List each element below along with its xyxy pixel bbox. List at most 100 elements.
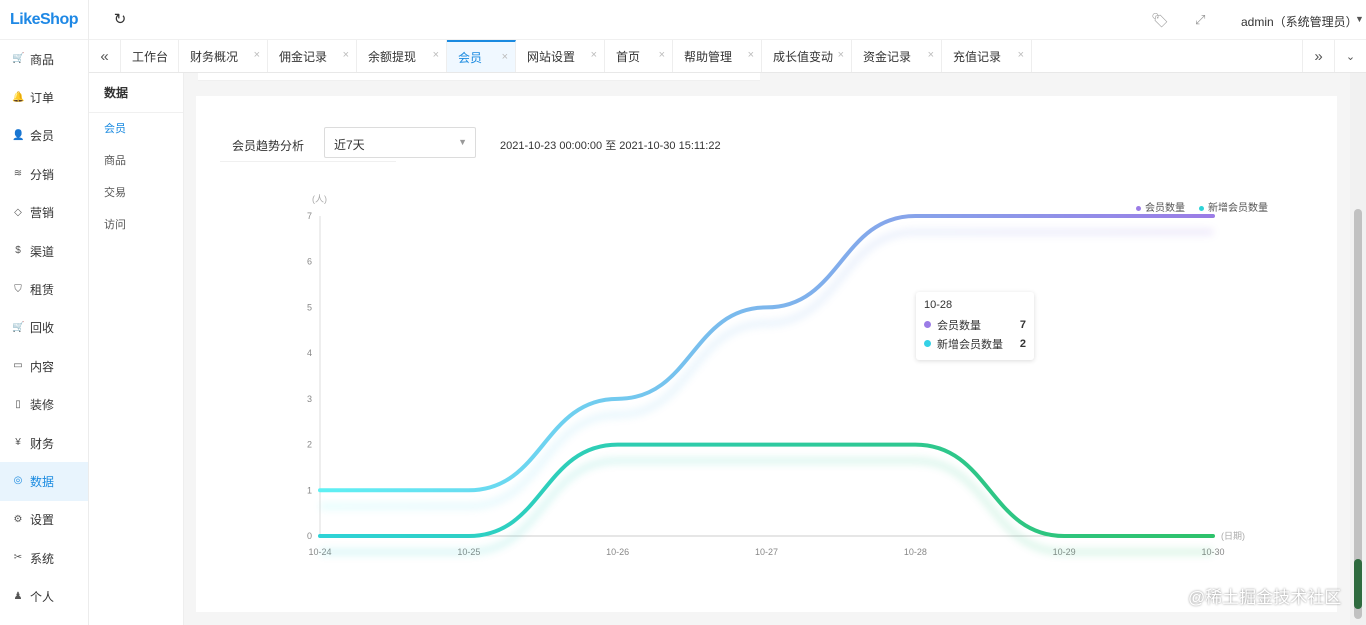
sidebar-item-label: 装修	[30, 398, 55, 413]
y-tick-label: 6	[307, 257, 312, 267]
cart-icon: 🛒	[12, 53, 25, 65]
sidebar-item[interactable]: 🔔 订单	[0, 78, 88, 116]
tab[interactable]: 财务概况 ×	[179, 40, 268, 72]
tab-label: 会员	[458, 50, 483, 65]
fullscreen-icon[interactable]: ⤢	[1195, 12, 1211, 28]
sidebar-item[interactable]: ≋ 分销	[0, 155, 88, 193]
sidebar-item-label: 个人	[30, 590, 55, 605]
sub-nav-item[interactable]: 商品	[89, 145, 183, 177]
tab[interactable]: 首页 ×	[605, 40, 673, 72]
sidebar-item[interactable]: ⚙ 设置	[0, 501, 88, 539]
legend-item[interactable]: 会员数量	[1136, 199, 1185, 214]
tabs-scroll-right-icon[interactable]: »	[1302, 40, 1334, 72]
diamond-icon: ◇	[14, 206, 22, 218]
tab[interactable]: 网站设置 ×	[516, 40, 605, 72]
tab[interactable]: 工作台	[121, 40, 179, 72]
tooltip-title: 10-28	[924, 299, 953, 311]
sidebar-item[interactable]: ✂ 系统	[0, 539, 88, 577]
tab[interactable]: 佣金记录 ×	[268, 40, 357, 72]
sub-nav-item[interactable]: 访问	[89, 209, 183, 241]
sidebar-item[interactable]: 👤 会员	[0, 117, 88, 155]
tab[interactable]: 会员 ×	[447, 40, 516, 72]
tooltip-row: 会员数量 7	[924, 315, 1026, 334]
sidebar-item[interactable]: ▯ 装修	[0, 386, 88, 424]
x-tick-label: 10-28	[904, 547, 927, 557]
sidebar-item-label: 回收	[30, 321, 55, 336]
tab-close-icon[interactable]: ×	[1018, 49, 1024, 61]
series-shadow	[320, 229, 1213, 510]
x-tick-label: 10-26	[606, 547, 629, 557]
tooltip-marker	[924, 321, 931, 328]
tooltip-series-value: 7	[1019, 318, 1026, 331]
tab-close-icon[interactable]: ×	[343, 49, 349, 61]
tabs-scroll-left-icon[interactable]: «	[89, 40, 121, 72]
tab[interactable]: 资金记录 ×	[852, 40, 942, 72]
tooltip-marker	[924, 340, 931, 347]
topbar: ↻ 🏷 ⤢ admin（系统管理员） ▼	[89, 0, 1366, 40]
bell-icon: 🔔	[12, 91, 25, 103]
sidebar-item-label: 商品	[30, 52, 55, 67]
scissors-icon: ✂	[13, 552, 23, 564]
y-tick-label: 5	[307, 302, 312, 312]
legend-label: 会员数量	[1145, 203, 1185, 214]
scrollbar-grip[interactable]	[1354, 559, 1362, 609]
sidebar-item-label: 会员	[30, 129, 55, 144]
tooltip-series-name: 会员数量	[937, 319, 981, 332]
tab-close-icon[interactable]: ×	[502, 51, 508, 63]
sidebar-item[interactable]: $ 渠道	[0, 232, 88, 270]
tab-close-icon[interactable]: ×	[838, 49, 844, 61]
user-menu[interactable]: admin（系统管理员）	[1241, 13, 1358, 30]
legend-item[interactable]: 新增会员数量	[1199, 199, 1268, 214]
x-tick-label: 10-27	[755, 547, 778, 557]
tabs-menu-icon[interactable]: ⌄	[1334, 40, 1366, 72]
tab-close-icon[interactable]: ×	[928, 49, 934, 61]
tab-label: 余额提现	[368, 49, 417, 64]
sidebar-item[interactable]: ◇ 营销	[0, 194, 88, 232]
sidebar-item[interactable]: ¥ 财务	[0, 424, 88, 462]
tab[interactable]: 余额提现 ×	[357, 40, 447, 72]
logo[interactable]: LikeShop	[0, 0, 88, 40]
tabs-bar: « » ⌄ 工作台 财务概况 × 佣金记录 × 余额提现 × 会员 × 网站设置 × 首页 × 帮助管理 ×…	[89, 40, 1366, 73]
caret-down-icon[interactable]: ▼	[1355, 14, 1364, 24]
tab-close-icon[interactable]: ×	[659, 49, 665, 61]
sidebar-item[interactable]: 🛒 商品	[0, 40, 88, 78]
sub-nav-item[interactable]: 交易	[89, 177, 183, 209]
y-tick-label: 3	[307, 394, 312, 404]
legend-label: 新增会员数量	[1208, 203, 1268, 214]
sidebar-item[interactable]: ◎ 数据	[0, 462, 88, 501]
tab[interactable]: 充值记录 ×	[942, 40, 1032, 72]
y-tick-label: 2	[307, 440, 312, 450]
tab-close-icon[interactable]: ×	[591, 49, 597, 61]
refresh-icon[interactable]: ↻	[111, 11, 129, 29]
sidebar-menu: 🛒 商品 🔔 订单 👤 会员 ≋ 分销 ◇ 营销 $ 渠道 ⛉ 租赁 🛒 回收 ▭ 内容 ▯ 装修 ¥ 财务 ◎ 数据 ⚙ 设置 ✂…	[0, 40, 88, 616]
sidebar-item-label: 订单	[30, 91, 55, 106]
sidebar-item-label: 设置	[30, 513, 55, 528]
sidebar-item[interactable]: 🛒 回收	[0, 309, 88, 347]
sidebar-item-label: 数据	[30, 474, 55, 489]
user-icon: 👤	[12, 129, 25, 141]
member-trend-chart: 0123456710-24 10-25 10-26 10-27 10-28 10-29 10…	[307, 194, 1245, 557]
tab-close-icon[interactable]: ×	[254, 49, 260, 61]
sidebar-item[interactable]: ⛉ 租赁	[0, 270, 88, 308]
sidebar-item-label: 分销	[30, 167, 55, 182]
tag-icon[interactable]: 🏷	[1151, 12, 1169, 28]
sub-nav: 数据 会员 商品 交易 访问	[89, 73, 184, 625]
tab-label: 帮助管理	[684, 49, 733, 64]
y-tick-label: 0	[307, 531, 312, 541]
sidebar-item[interactable]: ▭ 内容	[0, 347, 88, 385]
tab[interactable]: 成长值变动 ×	[762, 40, 852, 72]
top-strip	[198, 73, 760, 81]
tab-label: 佣金记录	[279, 49, 328, 64]
sidebar-item[interactable]: ♟ 个人	[0, 577, 88, 615]
sidebar-item-label: 营销	[30, 206, 55, 221]
sidebar-item-label: 财务	[30, 436, 55, 451]
tab-label: 资金记录	[863, 49, 912, 64]
chart-tooltip: 10-28 会员数量 7 新增会员数量 2	[916, 292, 1034, 360]
legend-marker	[1199, 205, 1204, 211]
tab-close-icon[interactable]: ×	[748, 49, 754, 61]
scrollbar-thumb[interactable]	[1354, 209, 1362, 619]
tab[interactable]: 帮助管理 ×	[673, 40, 762, 72]
sub-nav-item[interactable]: 会员	[89, 113, 183, 145]
tab-close-icon[interactable]: ×	[433, 49, 439, 61]
page-scrollbar[interactable]	[1350, 73, 1366, 625]
